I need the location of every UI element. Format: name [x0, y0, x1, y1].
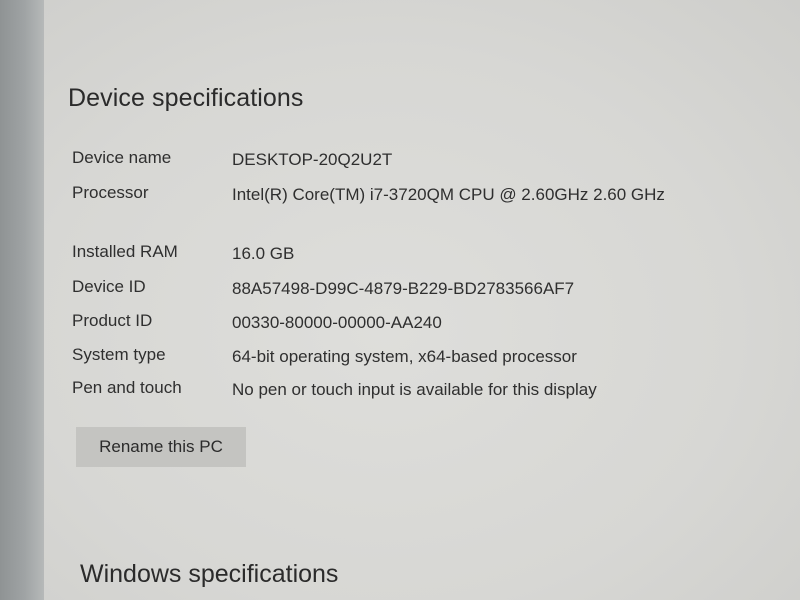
- spec-value[interactable]: Intel(R) Core(TM) i7-3720QM CPU @ 2.60GH…: [232, 183, 672, 207]
- spec-value[interactable]: 88A57498-D99C-4879-B229-BD2783566AF7: [232, 277, 672, 301]
- spec-value[interactable]: No pen or touch input is available for t…: [232, 378, 672, 402]
- spec-label: Installed RAM: [72, 242, 178, 261]
- spec-value[interactable]: 00330-80000-00000-AA240: [232, 311, 672, 335]
- spec-label: System type: [72, 345, 166, 364]
- spec-value[interactable]: 64-bit operating system, x64-based proce…: [232, 345, 672, 369]
- spec-label: Processor: [72, 183, 149, 202]
- spec-label: Pen and touch: [72, 378, 182, 397]
- windows-specifications-heading: Windows specifications: [80, 560, 339, 588]
- spec-label: Device ID: [72, 277, 146, 296]
- rename-pc-button[interactable]: Rename this PC: [76, 427, 246, 467]
- spec-label: Device name: [72, 148, 172, 167]
- device-specifications-heading: Device specifications: [68, 84, 304, 112]
- spec-value[interactable]: DESKTOP-20Q2U2T: [232, 148, 672, 172]
- spec-value[interactable]: 16.0 GB: [232, 242, 672, 266]
- spec-label: Product ID: [72, 311, 153, 330]
- settings-screen: Device specifications Device name DESKTO…: [0, 0, 800, 600]
- window-left-edge: [0, 0, 44, 600]
